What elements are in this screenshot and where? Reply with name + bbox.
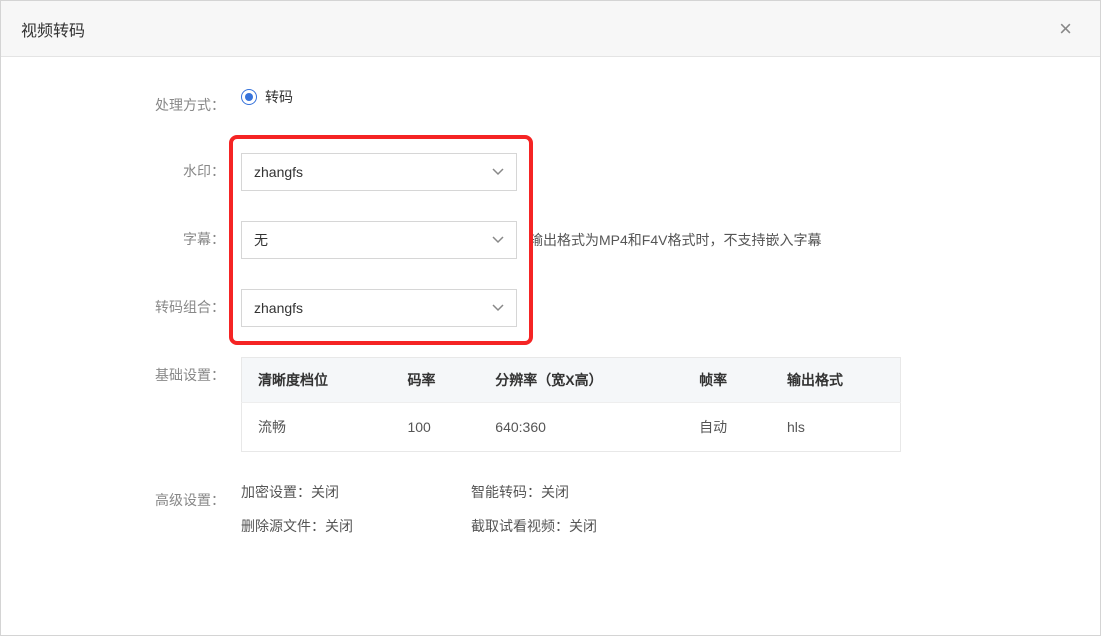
process-mode-label: 处理方式：: [41, 87, 241, 123]
row-advanced-settings: 高级设置： 加密设置： 关闭 智能转码： 关闭 删除源文件： 关闭: [41, 482, 1060, 536]
radio-circle-icon: [241, 89, 257, 105]
basic-settings-label: 基础设置：: [41, 357, 241, 393]
adv-smart-key: 智能转码：: [471, 482, 541, 502]
process-mode-control: 转码: [241, 87, 1060, 107]
adv-delete: 删除源文件： 关闭: [241, 516, 471, 536]
row-basic-settings: 基础设置： 清晰度档位 码率 分辨率（宽X高） 帧率 输出格式: [41, 357, 1060, 452]
td-bitrate: 100: [391, 403, 479, 452]
row-subtitle: 字幕： 无 输出格式为MP4和F4V格式时，不支持嵌入字幕: [41, 221, 1060, 259]
advanced-settings-label: 高级设置：: [41, 482, 241, 518]
table-row: 流畅 100 640:360 自动 hls: [242, 403, 901, 452]
transcode-group-select[interactable]: zhangfs: [241, 289, 517, 327]
subtitle-select[interactable]: 无: [241, 221, 517, 259]
watermark-value: zhangfs: [254, 164, 303, 180]
td-resolution: 640:360: [479, 403, 683, 452]
adv-smart-val: 关闭: [541, 482, 569, 502]
td-fps: 自动: [683, 403, 771, 452]
th-clarity: 清晰度档位: [242, 358, 392, 403]
watermark-select[interactable]: zhangfs: [241, 153, 517, 191]
row-transcode-group: 转码组合： zhangfs: [41, 289, 1060, 327]
adv-smart: 智能转码： 关闭: [471, 482, 701, 502]
td-format: hls: [771, 403, 901, 452]
adv-preview: 截取试看视频： 关闭: [471, 516, 701, 536]
close-button[interactable]: ×: [1051, 12, 1080, 46]
chevron-down-icon: [492, 234, 504, 246]
watermark-label: 水印：: [41, 153, 241, 189]
th-fps: 帧率: [683, 358, 771, 403]
adv-delete-key: 删除源文件：: [241, 516, 325, 536]
subtitle-hint: 输出格式为MP4和F4V格式时，不支持嵌入字幕: [529, 230, 821, 250]
adv-preview-val: 关闭: [569, 516, 597, 536]
adv-encrypt-val: 关闭: [311, 482, 339, 502]
th-format: 输出格式: [771, 358, 901, 403]
radio-transcode-label: 转码: [265, 87, 293, 107]
video-transcode-modal: 视频转码 × 处理方式： 转码 水印： zhangfs: [0, 0, 1101, 636]
modal-title: 视频转码: [21, 17, 85, 41]
basic-settings-table: 清晰度档位 码率 分辨率（宽X高） 帧率 输出格式 流畅 100: [241, 357, 901, 452]
adv-delete-val: 关闭: [325, 516, 353, 536]
subtitle-label: 字幕：: [41, 221, 241, 257]
th-bitrate: 码率: [391, 358, 479, 403]
th-resolution: 分辨率（宽X高）: [479, 358, 683, 403]
advanced-settings-grid: 加密设置： 关闭 智能转码： 关闭 删除源文件： 关闭 截取试看视频： 关闭: [241, 482, 701, 536]
subtitle-value: 无: [254, 230, 268, 250]
table-header-row: 清晰度档位 码率 分辨率（宽X高） 帧率 输出格式: [242, 358, 901, 403]
chevron-down-icon: [492, 302, 504, 314]
transcode-group-value: zhangfs: [254, 300, 303, 316]
modal-header: 视频转码 ×: [1, 1, 1100, 57]
td-clarity: 流畅: [242, 403, 392, 452]
chevron-down-icon: [492, 166, 504, 178]
modal-body: 处理方式： 转码 水印： zhangfs 字幕：: [1, 57, 1100, 596]
adv-preview-key: 截取试看视频：: [471, 516, 569, 536]
transcode-group-label: 转码组合：: [41, 289, 241, 325]
adv-encrypt-key: 加密设置：: [241, 482, 311, 502]
row-watermark: 水印： zhangfs: [41, 153, 1060, 191]
row-process-mode: 处理方式： 转码: [41, 87, 1060, 123]
radio-transcode[interactable]: 转码: [241, 87, 293, 107]
adv-encrypt: 加密设置： 关闭: [241, 482, 471, 502]
